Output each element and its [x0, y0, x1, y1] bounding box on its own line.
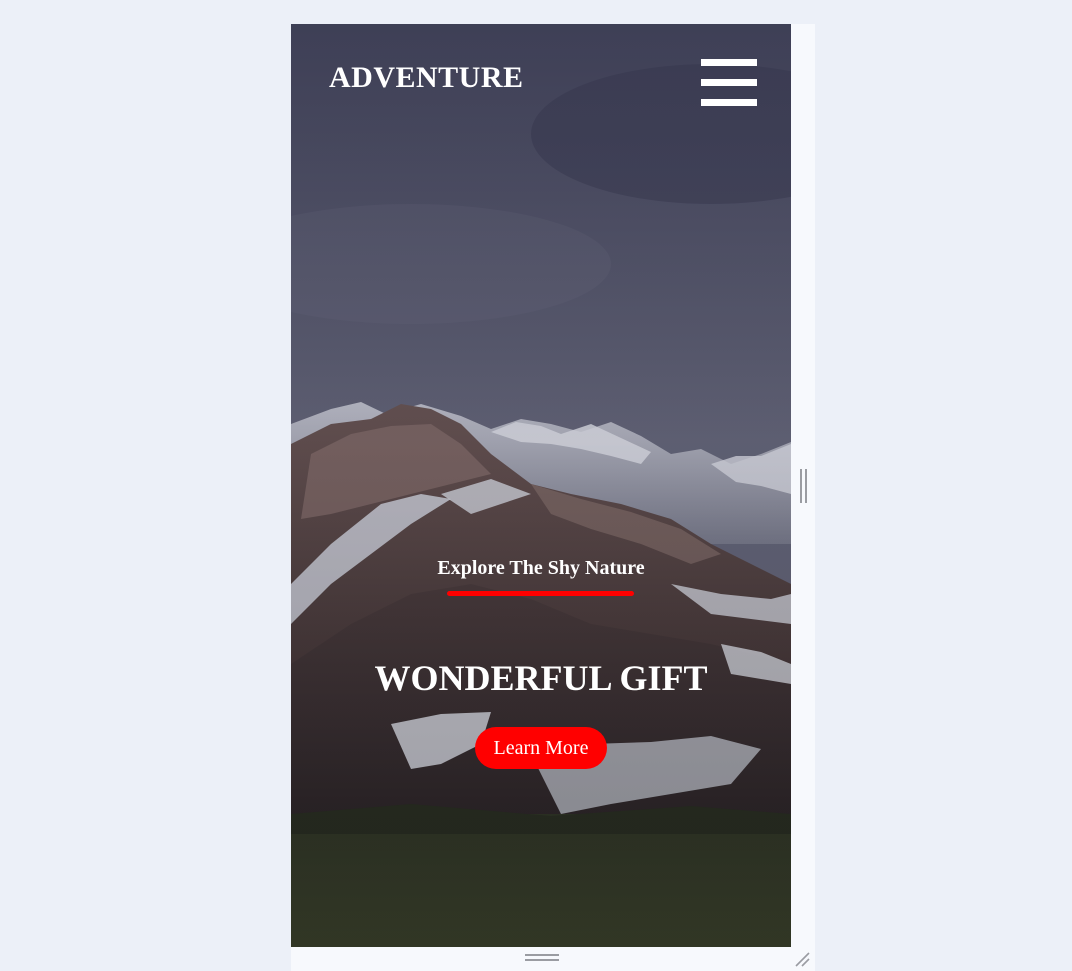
- hamburger-menu-icon[interactable]: [697, 56, 757, 110]
- hero-title: WONDERFUL GIFT: [374, 658, 708, 698]
- site-logo[interactable]: ADVENTURE: [329, 60, 524, 96]
- page-viewport: ADVENTURE Explore The Shy Nature WONDERF…: [291, 24, 791, 947]
- hero-subtitle: Explore The Shy Nature: [437, 557, 645, 579]
- responsive-device-frame: ADVENTURE Explore The Shy Nature WONDERF…: [291, 24, 815, 971]
- horizontal-drag-handle-icon[interactable]: [525, 954, 559, 962]
- learn-more-button[interactable]: Learn More: [475, 727, 607, 769]
- image-overlay: [291, 24, 791, 947]
- hero-underline: [447, 591, 634, 596]
- resize-corner-icon[interactable]: [793, 950, 811, 968]
- vertical-drag-handle-icon[interactable]: [800, 469, 808, 503]
